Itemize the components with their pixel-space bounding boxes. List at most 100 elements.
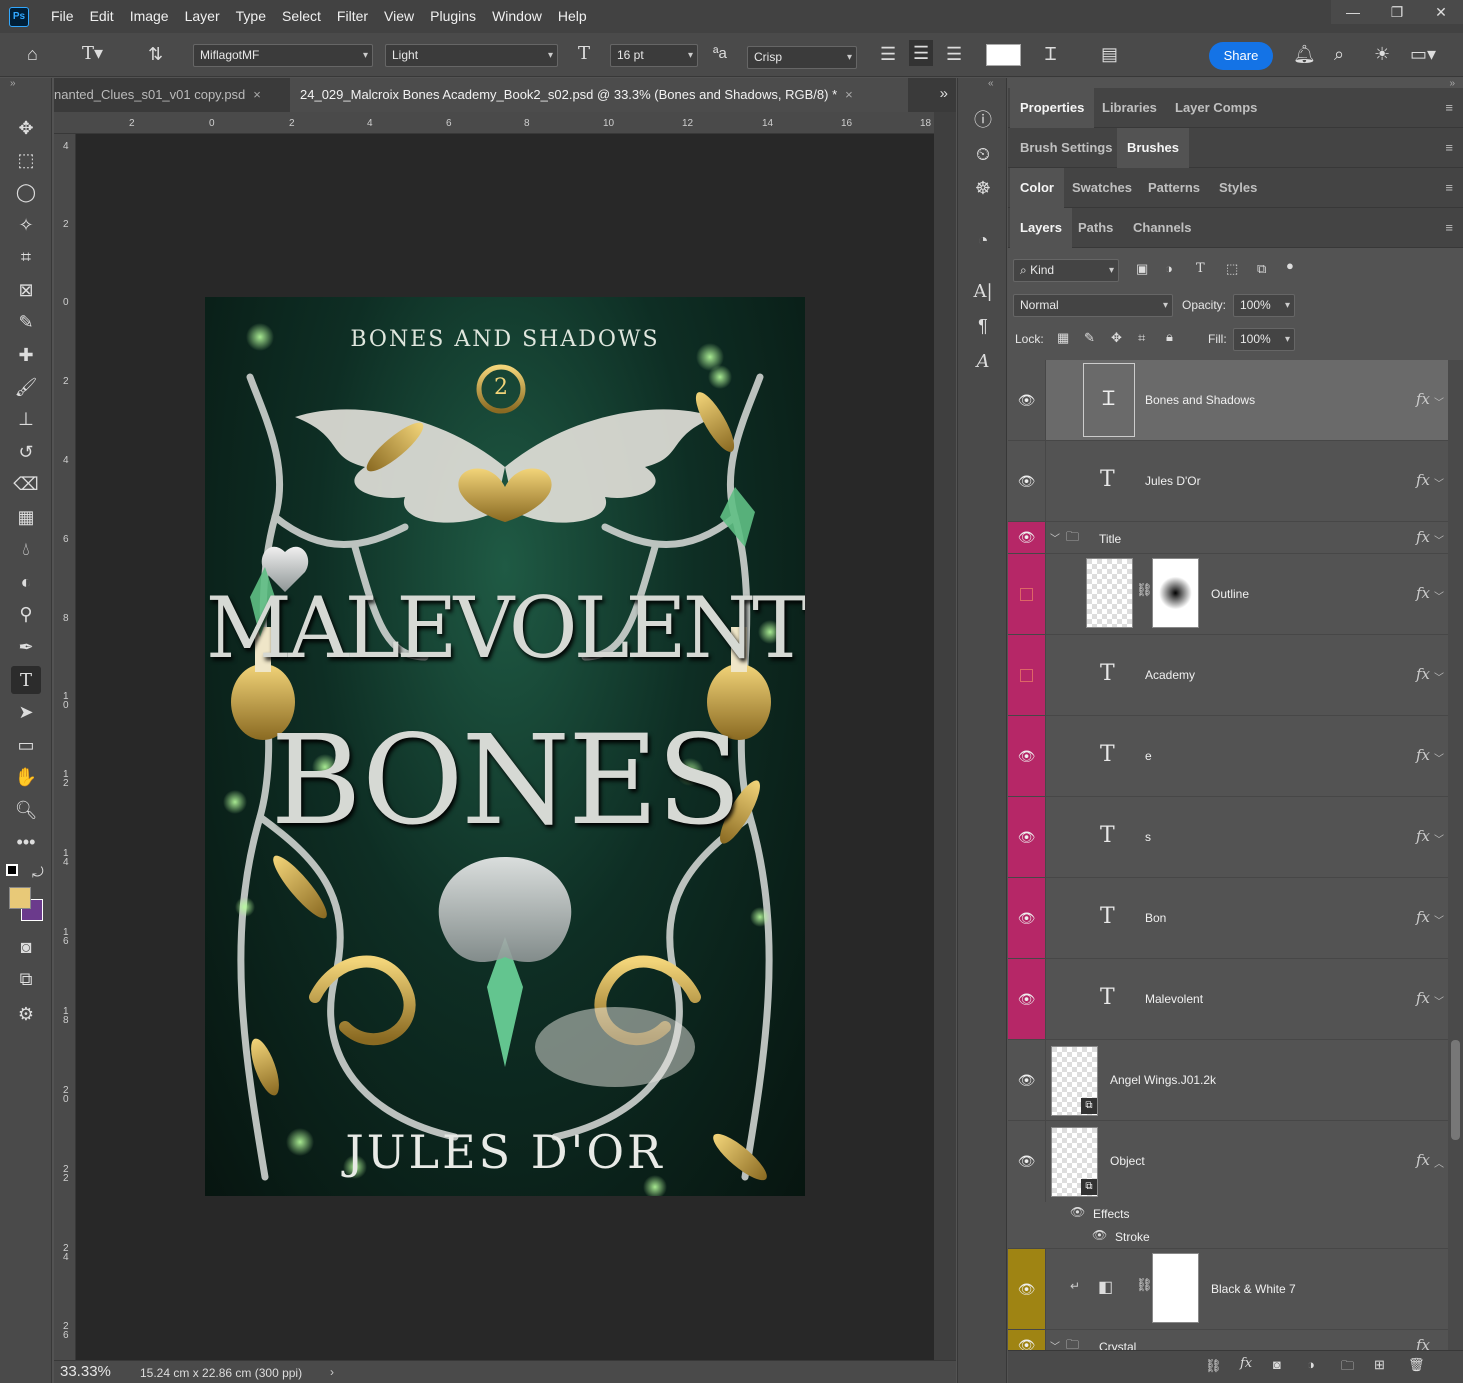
layer-row[interactable]: 👁︎ T Bon fx ﹀ — [1008, 878, 1448, 959]
layer-name[interactable]: Bon — [1145, 911, 1166, 925]
filter-adjustment-icon[interactable]: ◑ — [1165, 261, 1173, 276]
quick-mask-icon[interactable]: ◙ — [11, 933, 41, 961]
layers-scrollbar[interactable] — [1448, 360, 1463, 1350]
font-size-select[interactable]: 16 pt ▾ — [610, 44, 698, 67]
fx-icon[interactable]: fx — [1416, 989, 1430, 1007]
status-menu-arrow[interactable]: › — [330, 1365, 334, 1379]
screen-mode-icon[interactable]: ⧉ — [11, 965, 41, 993]
delete-layer-icon[interactable]: 🗑︎ — [1408, 1357, 1425, 1373]
stroke-effect-label[interactable]: Stroke — [1115, 1230, 1150, 1244]
layer-name[interactable]: Crystal — [1099, 1340, 1136, 1350]
bell-icon[interactable]: 🔔︎ — [1293, 44, 1316, 64]
dodge-tool-icon[interactable]: ◐ — [11, 568, 41, 596]
layer-group-row[interactable]: 👁︎ ﹀ 🗀 Crystal fx — [1008, 1330, 1448, 1350]
blend-mode-select[interactable]: Normal ▾ — [1013, 294, 1173, 317]
tab-patterns[interactable]: Patterns — [1138, 168, 1210, 208]
restore-button[interactable]: ❐ — [1375, 0, 1419, 24]
menu-select[interactable]: Select — [274, 0, 329, 33]
stroke-eye-icon[interactable]: 👁︎ — [1092, 1228, 1107, 1242]
layer-row[interactable]: 👁︎ Ꮖ Bones and Shadows fx ﹀ — [1008, 360, 1448, 441]
history-brush-tool-icon[interactable]: ↺ — [11, 438, 41, 466]
tab-brush-settings[interactable]: Brush Settings — [1010, 128, 1122, 168]
fx-icon[interactable]: fx — [1416, 584, 1430, 602]
fx-icon[interactable]: fx — [1416, 528, 1430, 546]
tab-color[interactable]: Color — [1010, 168, 1064, 208]
character-icon[interactable]: A| — [971, 280, 995, 304]
edit-toolbar-icon[interactable]: ⚙ — [11, 1000, 41, 1028]
new-adjustment-icon[interactable]: ◑ — [1307, 1357, 1315, 1372]
fx-icon[interactable]: fx — [1416, 827, 1430, 845]
document-tab-2[interactable]: 24_029_Malcroix Bones Academy_Book2_s02.… — [290, 78, 908, 112]
visibility-eye-icon[interactable]: 👁︎ — [1008, 1040, 1046, 1120]
chevron-down-icon[interactable]: ﹀ — [1050, 530, 1060, 545]
eraser-tool-icon[interactable]: ⌫ — [11, 470, 41, 498]
font-style-select[interactable]: Light ▾ — [385, 44, 558, 67]
workspace-icon[interactable]: ▭▾ — [1410, 44, 1436, 64]
visibility-eye-icon[interactable]: 👁︎ — [1008, 441, 1046, 521]
fx-icon[interactable]: fx — [1416, 908, 1430, 926]
tab-channels[interactable]: Channels — [1123, 208, 1202, 248]
panel-menu-icon[interactable]: ≡ — [1445, 208, 1453, 248]
chevron-down-icon[interactable]: ﹀ — [1434, 669, 1444, 684]
visibility-eye-icon[interactable]: 👁︎ — [1008, 360, 1046, 440]
layer-row[interactable]: 👁︎ T Jules D'Or fx ﹀ — [1008, 441, 1448, 522]
layer-row[interactable]: 👁︎ ⧉ Angel Wings.J01.2k — [1008, 1040, 1448, 1121]
sponge-tool-icon[interactable]: ⚲ — [11, 600, 41, 628]
chevron-down-icon[interactable]: ﹀ — [1434, 912, 1444, 927]
gradient-tool-icon[interactable]: ▦ — [11, 503, 41, 531]
home-icon[interactable]: ⌂ — [27, 44, 38, 64]
effects-eye-icon[interactable]: 👁︎ — [1070, 1205, 1085, 1219]
document-tab-1[interactable]: nanted_Clues_s01_v01 copy.psd × — [54, 78, 284, 112]
pen-tool-icon[interactable]: ✒ — [11, 633, 41, 661]
layer-row[interactable]: 👁︎ ↵ ◧ ⛓ Black & White 7 — [1008, 1249, 1448, 1330]
visibility-eye-icon[interactable]: 👁︎ — [1008, 1121, 1046, 1202]
layer-name[interactable]: Outline — [1211, 587, 1249, 601]
crop-tool-icon[interactable]: ⌗ — [11, 243, 41, 271]
healing-brush-tool-icon[interactable]: ✚ — [11, 341, 41, 369]
menu-filter[interactable]: Filter — [329, 0, 376, 33]
visibility-eye-icon[interactable]: 👁︎ — [1008, 1330, 1046, 1350]
layer-name[interactable]: Academy — [1145, 668, 1195, 682]
tab-paths[interactable]: Paths — [1068, 208, 1123, 248]
add-mask-icon[interactable]: ◙ — [1273, 1357, 1281, 1372]
tab-layers[interactable]: Layers — [1010, 208, 1072, 248]
align-center-icon[interactable]: ☰ — [909, 40, 934, 66]
visibility-toggle-off[interactable] — [1008, 554, 1046, 634]
layer-name[interactable]: e — [1145, 749, 1152, 763]
swap-colors-icon[interactable]: ⤾ — [32, 864, 44, 881]
move-tool-icon[interactable]: ✥ — [11, 114, 41, 142]
blur-tool-icon[interactable]: 💧︎ — [11, 535, 41, 563]
zoom-level[interactable]: 33.33% — [60, 1363, 111, 1380]
chevron-down-icon[interactable]: ﹀ — [1434, 993, 1444, 1008]
visibility-eye-icon[interactable]: 👁︎ — [1008, 797, 1046, 877]
visibility-eye-icon[interactable]: 👁︎ — [1008, 878, 1046, 958]
lasso-tool-icon[interactable]: ◯ — [11, 178, 41, 206]
search-icon[interactable]: ⌕ — [1334, 44, 1344, 64]
rectangle-tool-icon[interactable]: ▭ — [11, 731, 41, 759]
magic-wand-tool-icon[interactable]: ✧ — [11, 211, 41, 239]
visibility-eye-icon[interactable]: 👁︎ — [1008, 716, 1046, 796]
history-panel-icon[interactable]: ⏲ — [971, 142, 995, 166]
layer-name[interactable]: Jules D'Or — [1145, 474, 1201, 488]
close-window-button[interactable]: ✕ — [1419, 0, 1463, 24]
expand-strip-icon[interactable]: « — [988, 78, 994, 89]
menu-help[interactable]: Help — [550, 0, 595, 33]
tab-styles[interactable]: Styles — [1209, 168, 1267, 208]
lock-image-icon[interactable]: ✎ — [1084, 330, 1095, 346]
stamp-tool-icon[interactable]: ⊥ — [11, 405, 41, 433]
filter-pixel-icon[interactable]: ▣ — [1136, 261, 1148, 277]
lock-artboard-icon[interactable]: ⌗ — [1138, 330, 1145, 346]
tab-swatches[interactable]: Swatches — [1062, 168, 1142, 208]
layer-name[interactable]: Malevolent — [1145, 992, 1203, 1006]
layer-row[interactable]: 👁︎ T s fx ﹀ — [1008, 797, 1448, 878]
fill-input[interactable]: 100% ▾ — [1233, 328, 1295, 351]
type-tool-preset-icon[interactable]: T▾ — [82, 44, 103, 64]
layer-filter-kind[interactable]: ⌕ Kind ▾ — [1013, 259, 1119, 282]
lock-all-icon[interactable]: 🔒︎ — [1166, 329, 1173, 345]
marquee-tool-icon[interactable]: ⬚ — [11, 146, 41, 174]
layer-group-row[interactable]: 👁︎ ﹀ 🗀 Title fx ﹀ — [1008, 522, 1448, 554]
tab-layer-comps[interactable]: Layer Comps — [1165, 88, 1267, 128]
layer-name[interactable]: Black & White 7 — [1211, 1282, 1296, 1296]
link-icon[interactable]: ⛓ — [1136, 582, 1153, 598]
layer-row[interactable]: ⛓ Outline fx ﹀ — [1008, 554, 1448, 635]
